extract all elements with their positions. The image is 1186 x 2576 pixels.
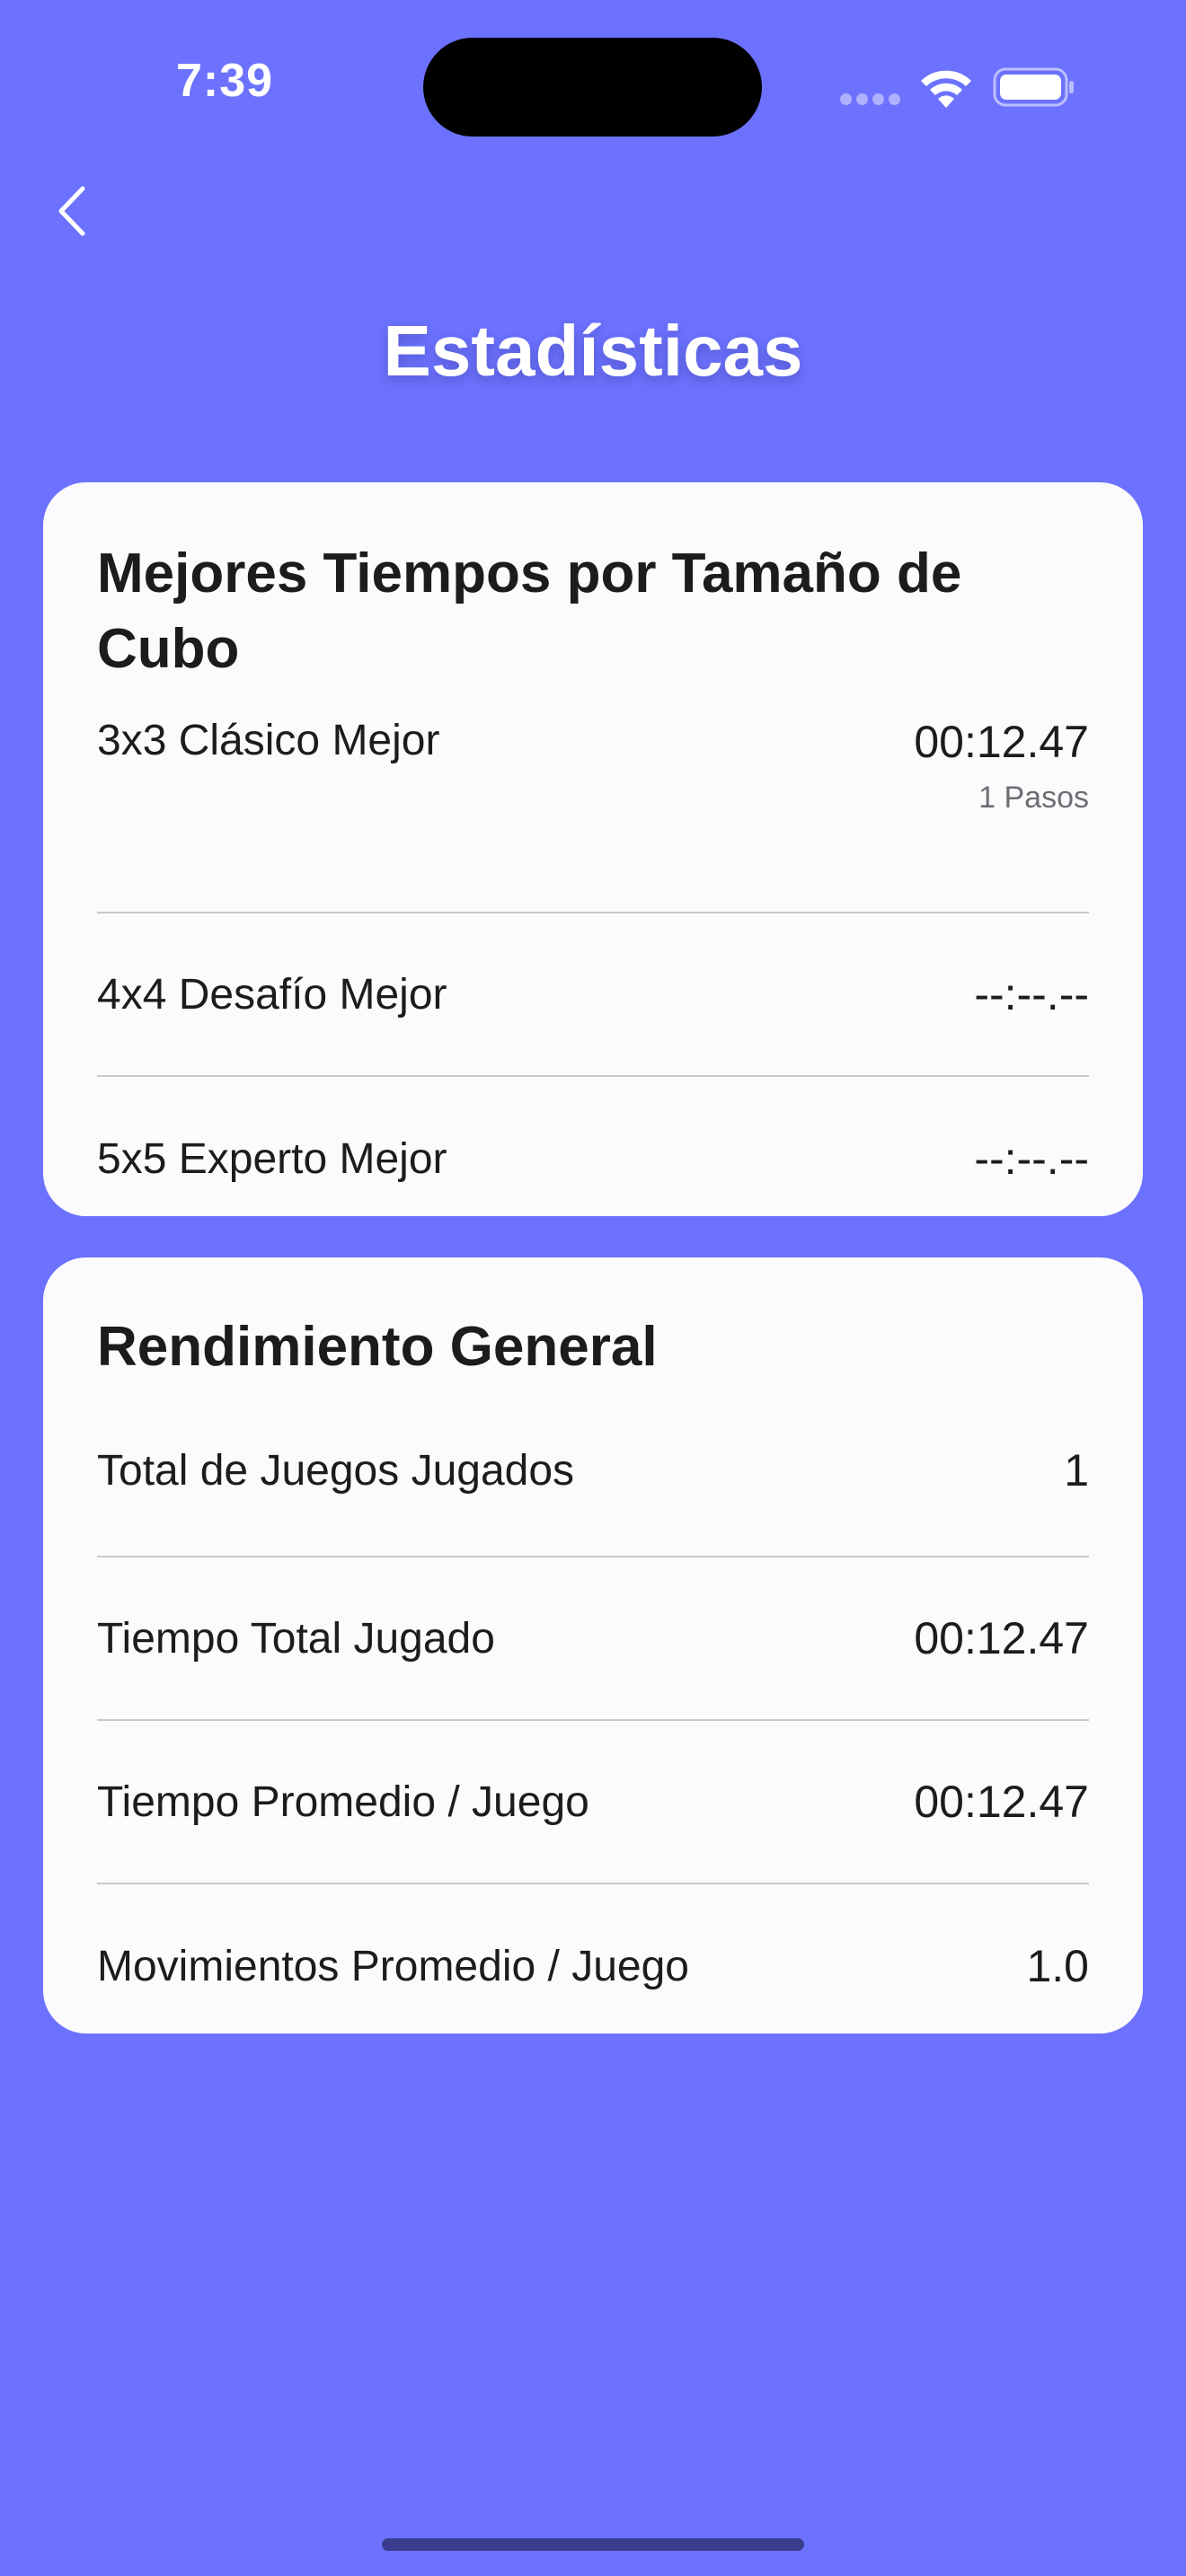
row-value-group: 00:12.47 1 Pasos bbox=[914, 716, 1089, 816]
back-button[interactable] bbox=[45, 180, 108, 243]
home-indicator[interactable] bbox=[382, 2538, 804, 2551]
stat-row-total-time: Tiempo Total Jugado 00:12.47 bbox=[97, 1557, 1089, 1721]
row-value: 00:12.47 bbox=[914, 1613, 1089, 1663]
battery-icon bbox=[993, 67, 1074, 107]
best-times-list: 3x3 Clásico Mejor 00:12.47 1 Pasos 4x4 D… bbox=[97, 687, 1089, 1240]
best-time-row-4x4: 4x4 Desafío Mejor --:--.-- bbox=[97, 913, 1089, 1077]
general-performance-title: Rendimiento General bbox=[97, 1316, 658, 1378]
stat-row-average-moves: Movimientos Promedio / Juego 1.0 bbox=[97, 1884, 1089, 2048]
general-performance-list: Total de Juegos Jugados 1 Tiempo Total J… bbox=[97, 1385, 1089, 2048]
status-time: 7:39 bbox=[175, 55, 274, 107]
row-value: 00:12.47 bbox=[914, 1777, 1089, 1827]
row-label: Movimientos Promedio / Juego bbox=[97, 1942, 689, 1990]
row-label: Total de Juegos Jugados bbox=[97, 1446, 575, 1495]
row-label: 4x4 Desafío Mejor bbox=[97, 970, 447, 1019]
row-label: 5x5 Experto Mejor bbox=[97, 1134, 447, 1183]
best-time-row-5x5: 5x5 Experto Mejor --:--.-- bbox=[97, 1077, 1089, 1240]
status-bar: 7:39 bbox=[0, 0, 1186, 171]
wifi-icon bbox=[921, 70, 971, 108]
page-title: Estadísticas bbox=[383, 311, 803, 391]
general-performance-card: Rendimiento General Total de Juegos Juga… bbox=[43, 1257, 1143, 2033]
row-value: --:--.-- bbox=[974, 1134, 1089, 1184]
best-time-row-3x3: 3x3 Clásico Mejor 00:12.47 1 Pasos bbox=[97, 687, 1089, 913]
chevron-left-icon bbox=[58, 186, 85, 236]
stat-row-total-games: Total de Juegos Jugados 1 bbox=[97, 1385, 1089, 1557]
row-value: 1 bbox=[1064, 1445, 1089, 1495]
best-times-title: Mejores Tiempos por Tamaño de Cubo bbox=[97, 543, 962, 680]
cellular-signal-icon bbox=[840, 93, 903, 106]
dynamic-island bbox=[423, 38, 762, 137]
row-label: Tiempo Total Jugado bbox=[97, 1614, 495, 1663]
row-value: 1.0 bbox=[1026, 1941, 1089, 1991]
row-value: --:--.-- bbox=[974, 969, 1089, 1019]
steps-count: 1 Pasos bbox=[978, 781, 1089, 815]
best-times-card: Mejores Tiempos por Tamaño de Cubo 3x3 C… bbox=[43, 482, 1143, 1216]
row-label: 3x3 Clásico Mejor bbox=[97, 717, 440, 764]
row-label: Tiempo Promedio / Juego bbox=[97, 1778, 589, 1826]
row-value: 00:12.47 bbox=[914, 717, 1089, 767]
stat-row-average-time: Tiempo Promedio / Juego 00:12.47 bbox=[97, 1721, 1089, 1884]
